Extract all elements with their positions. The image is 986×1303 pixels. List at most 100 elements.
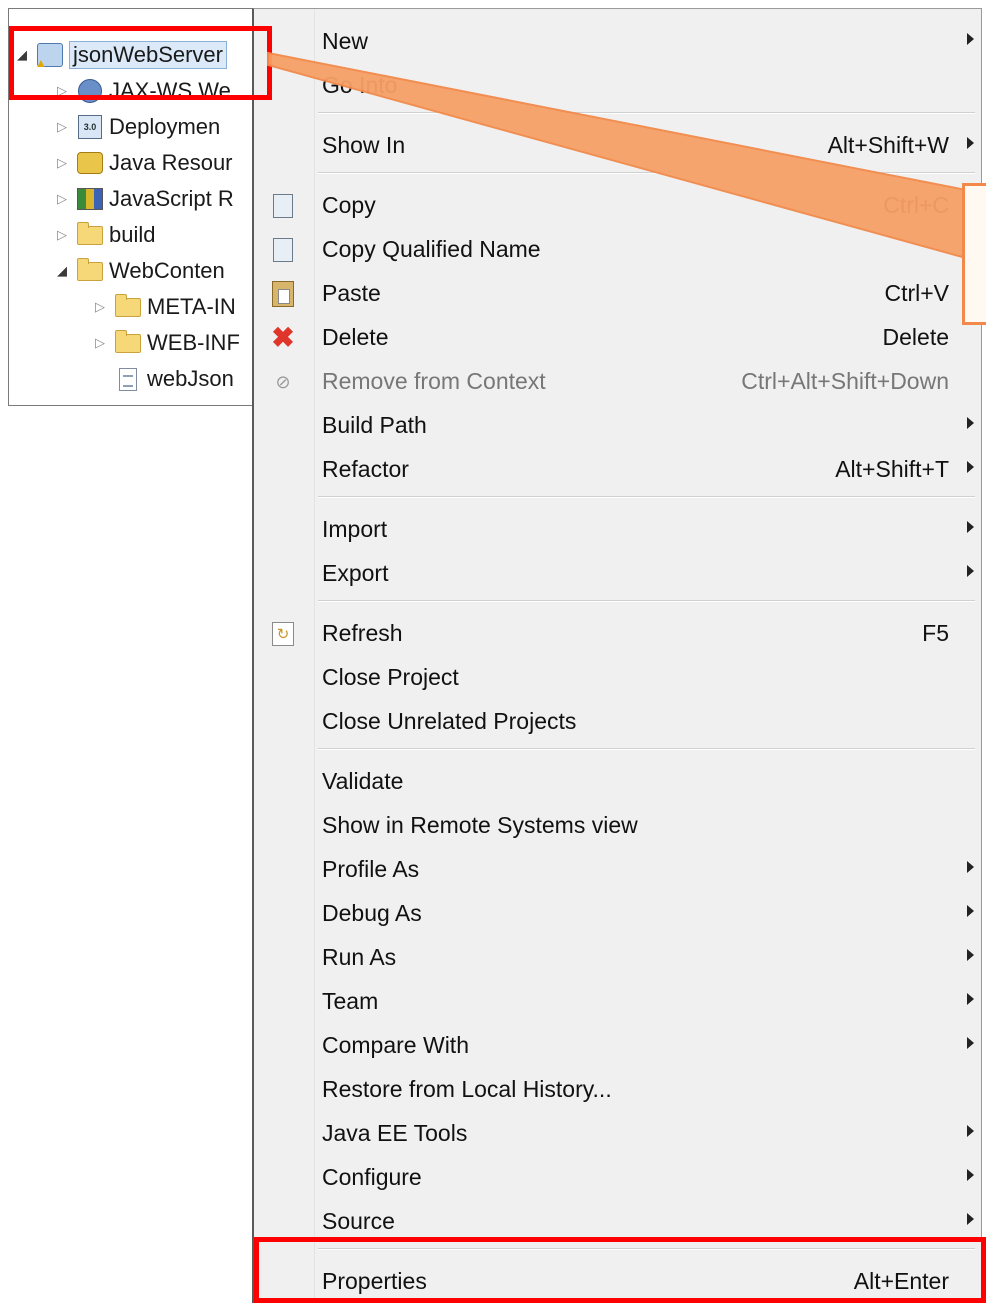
submenu-arrow-icon [967,521,974,533]
menu-separator [318,600,975,602]
menu-item-label: Build Path [322,412,427,438]
file-icon [115,367,141,391]
submenu-arrow-icon [967,861,974,873]
expand-closed-icon[interactable]: ▷ [91,335,109,351]
expand-closed-icon[interactable]: ▷ [53,191,71,207]
copy-icon [267,190,296,219]
menu-item-label: Show in Remote Systems view [322,812,638,838]
deployment-descriptor-icon: 3.0 [77,115,103,139]
tree-item-webjson[interactable]: webJson [109,361,234,397]
submenu-arrow-icon [967,417,974,429]
menu-item-properties[interactable]: Properties Alt+Enter [254,1261,981,1301]
menu-item-label: Run As [322,944,397,970]
menu-separator [318,1248,975,1250]
tree-item-build[interactable]: ▷ build [53,217,155,253]
tree-item-label: jsonWebServer [69,41,227,69]
menu-item-label: Java EE Tools [322,1120,468,1146]
menu-item-shortcut: Ctrl+C [883,192,949,218]
folder-icon [115,293,141,319]
expand-closed-icon[interactable]: ▷ [53,83,71,99]
tree-item-deployment[interactable]: ▷ 3.0 Deploymen [53,109,220,145]
menu-item-label: Compare With [322,1032,469,1058]
menu-item-validate[interactable]: Validate [254,761,981,801]
menu-item-label: Delete [322,324,389,350]
submenu-arrow-icon [967,33,974,45]
expand-closed-icon[interactable]: ▷ [53,155,71,171]
expand-open-icon[interactable]: ◢ [13,47,31,63]
menu-item-shortcut: Alt+Shift+T [835,456,949,482]
menu-item-close-unrelated-projects[interactable]: Close Unrelated Projects [254,701,981,741]
tree-item-label: WebConten [109,258,225,283]
submenu-arrow-icon [967,1213,974,1225]
submenu-arrow-icon [967,905,974,917]
menu-item-label: Restore from Local History... [322,1076,612,1102]
submenu-arrow-icon [967,1037,974,1049]
expand-closed-icon[interactable]: ▷ [91,299,109,315]
menu-item-run-as[interactable]: Run As [254,937,981,977]
tree-item-web-inf[interactable]: ▷ WEB-INF [91,325,240,361]
menu-item-profile-as[interactable]: Profile As [254,849,981,889]
menu-item-shortcut: Delete [882,324,949,350]
project-explorer: ◢ ▲ jsonWebServer ▷ JAX-WS We ▷ 3.0 Depl… [8,8,253,406]
refresh-icon: ↻ [270,621,296,647]
menu-item-label: Refresh [322,620,403,646]
menu-item-label: Close Unrelated Projects [322,708,577,734]
menu-item-source[interactable]: Source [254,1201,981,1241]
tree-item-jaxws[interactable]: ▷ JAX-WS We [53,73,231,109]
menu-item-debug-as[interactable]: Debug As [254,893,981,933]
menu-item-show-in[interactable]: Show In Alt+Shift+W [254,125,981,165]
tree-item-meta-inf[interactable]: ▷ META-IN [91,289,236,325]
expand-closed-icon[interactable]: ▷ [53,119,71,135]
submenu-arrow-icon [967,565,974,577]
menu-item-export[interactable]: Export [254,553,981,593]
menu-item-label: Source [322,1208,395,1234]
menu-item-refactor[interactable]: Refactor Alt+Shift+T [254,449,981,489]
menu-item-go-into[interactable]: Go Into [254,65,981,105]
tree-item-java-resources[interactable]: ▷ Java Resour [53,145,233,181]
tree-item-label: WEB-INF [147,330,240,355]
tree-item-label: JAX-WS We [109,78,231,103]
paste-icon [270,281,296,307]
menu-item-close-project[interactable]: Close Project [254,657,981,697]
menu-item-team[interactable]: Team [254,981,981,1021]
menu-item-import[interactable]: Import [254,509,981,549]
menu-item-label: Copy [322,192,376,218]
menu-item-label: Remove from Context [322,368,546,394]
submenu-arrow-icon [967,1169,974,1181]
javascript-resources-icon [77,187,103,211]
menu-item-show-in-remote-systems[interactable]: Show in Remote Systems view [254,805,981,845]
menu-item-label: Show In [322,132,406,158]
tree-item-jsonwebserver[interactable]: ◢ ▲ jsonWebServer [13,37,227,73]
copy-qualified-name-icon [267,234,296,263]
menu-item-label: Copy Qualified Name [322,236,541,262]
menu-item-copy[interactable]: Copy Ctrl+C [254,185,981,225]
submenu-arrow-icon [967,1125,974,1137]
expand-closed-icon[interactable]: ▷ [53,227,71,243]
menu-item-compare-with[interactable]: Compare With [254,1025,981,1065]
delete-icon: ✖ [271,322,295,353]
web-services-icon [77,79,103,103]
menu-item-new[interactable]: New [254,21,981,61]
folder-icon [77,221,103,247]
menu-item-remove-from-context[interactable]: ⊘ Remove from Context Ctrl+Alt+Shift+Dow… [254,361,981,401]
menu-item-label: Properties [322,1268,427,1294]
menu-item-build-path[interactable]: Build Path [254,405,981,445]
menu-item-copy-qualified-name[interactable]: Copy Qualified Name [254,229,981,269]
menu-item-label: Paste [322,280,381,306]
tree-item-label: META-IN [147,294,236,319]
expand-open-icon[interactable]: ◢ [53,263,71,279]
menu-item-label: Profile As [322,856,420,882]
menu-item-java-ee-tools[interactable]: Java EE Tools [254,1113,981,1153]
folder-icon [115,329,141,355]
menu-item-configure[interactable]: Configure [254,1157,981,1197]
submenu-arrow-icon [967,461,974,473]
menu-item-label: Team [322,988,379,1014]
tree-item-webcontent[interactable]: ◢ WebConten [53,253,225,289]
menu-item-paste[interactable]: Paste Ctrl+V [254,273,981,313]
menu-item-restore-local-history[interactable]: Restore from Local History... [254,1069,981,1109]
menu-item-delete[interactable]: ✖ Delete Delete [254,317,981,357]
menu-item-label: Refactor [322,456,409,482]
menu-item-refresh[interactable]: ↻ Refresh F5 [254,613,981,653]
tree-item-javascript-resources[interactable]: ▷ JavaScript R [53,181,234,217]
menu-separator [318,112,975,114]
